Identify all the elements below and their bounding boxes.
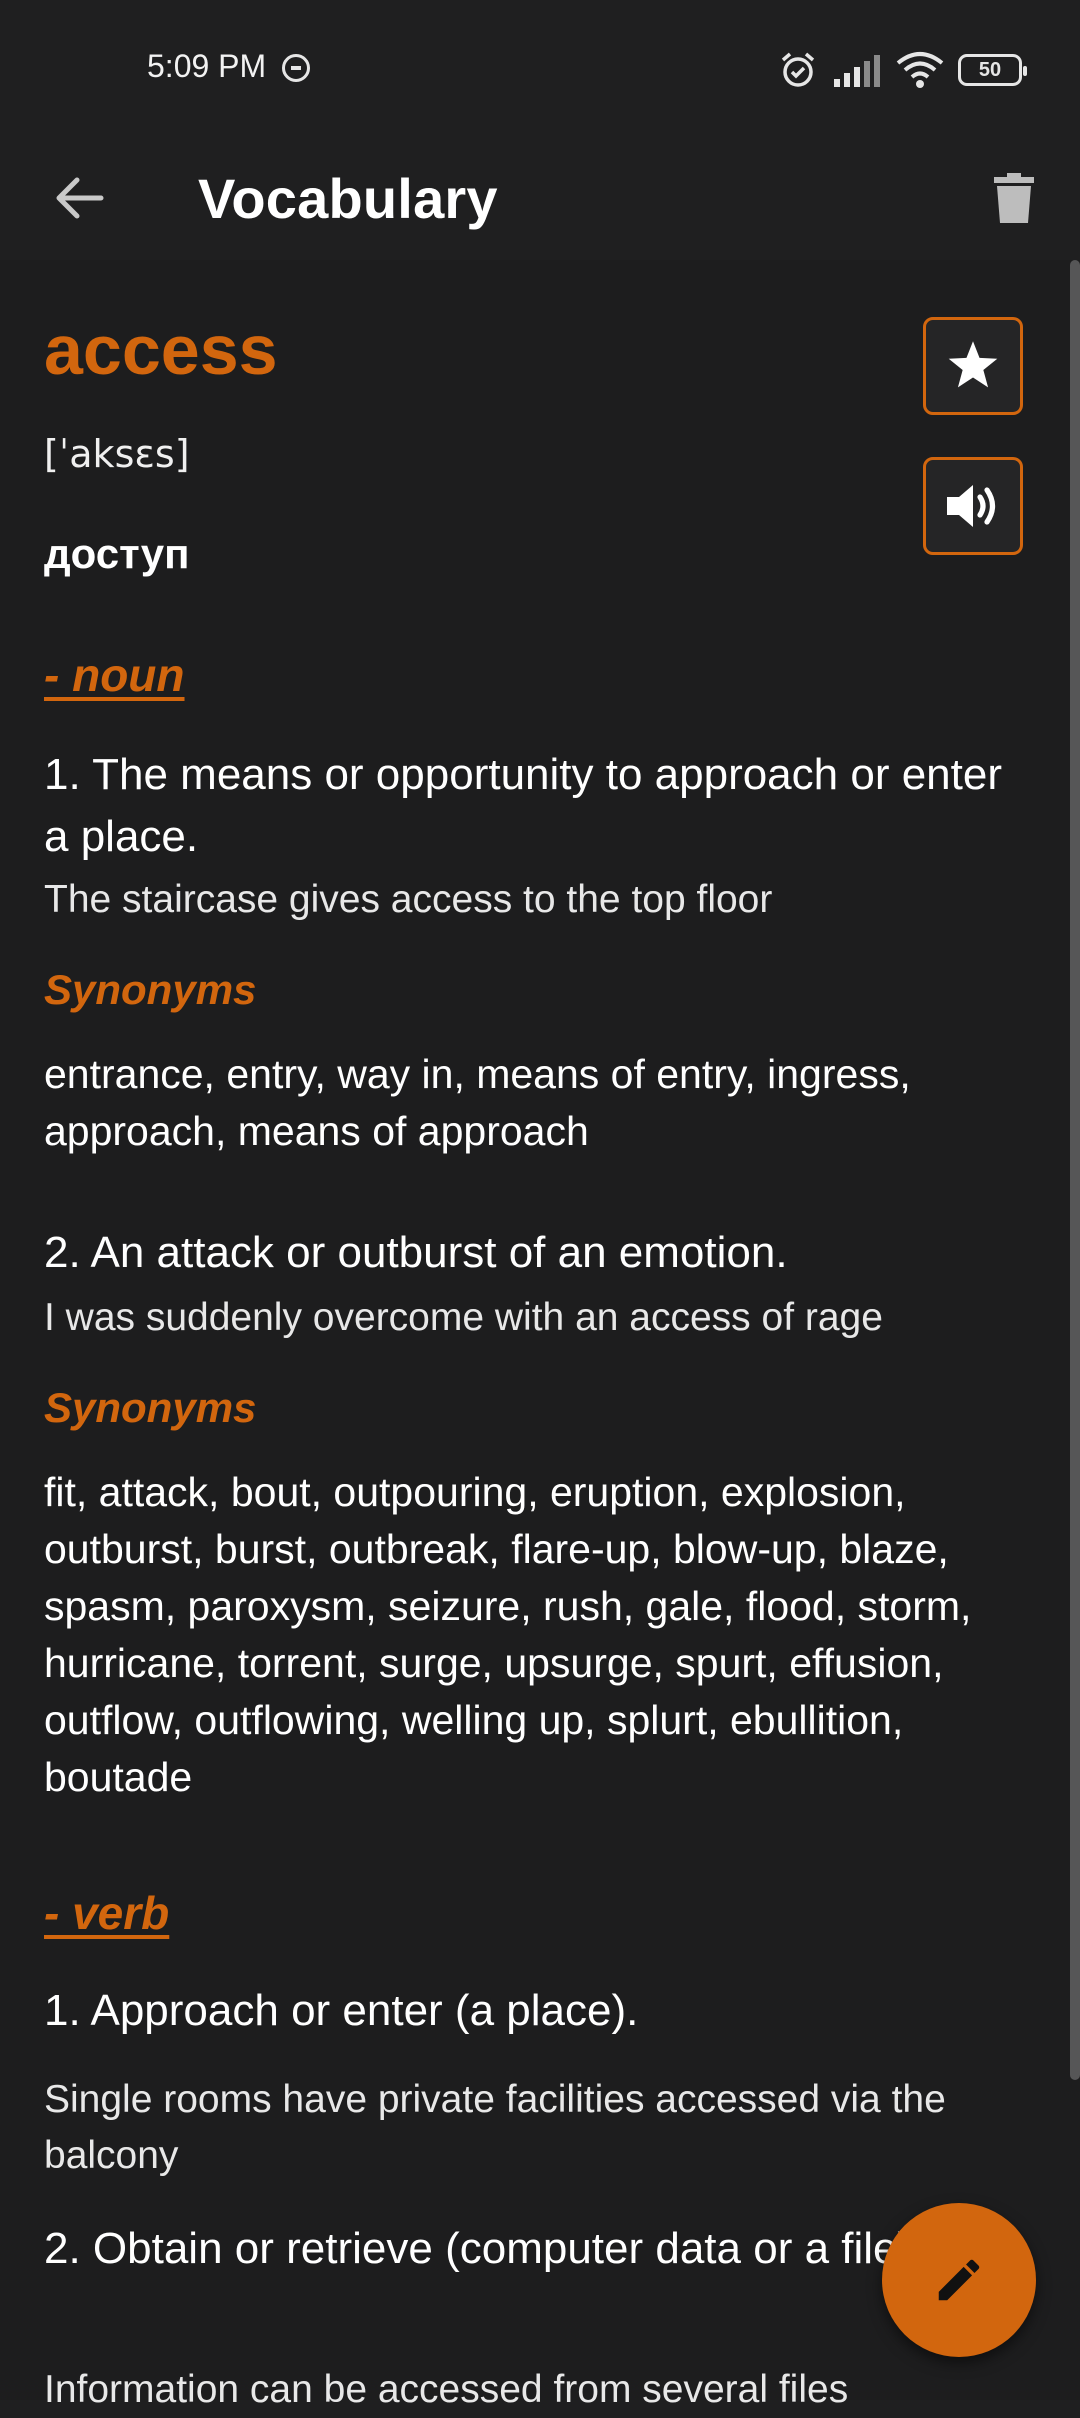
pronounce-button[interactable] <box>923 457 1023 555</box>
synonyms-list: fit, attack, bout, outpouring, eruption,… <box>44 1469 972 1800</box>
status-time: 5:09 PM <box>147 48 267 84</box>
example: I was suddenly overcome with an access o… <box>44 1296 883 1339</box>
signal-icon <box>834 55 880 87</box>
dnd-icon <box>282 54 310 82</box>
edit-button[interactable] <box>882 2203 1036 2357</box>
favorite-button[interactable] <box>923 317 1023 415</box>
back-button[interactable] <box>40 158 120 238</box>
part-of-speech-verb: - verb <box>44 1887 170 1939</box>
definition: 1. Approach or enter (a place). <box>44 1986 639 2035</box>
delete-button[interactable] <box>974 158 1054 238</box>
headword: access <box>44 311 278 389</box>
app-bar: Vocabulary <box>0 138 1080 260</box>
definition: 2. An attack or outburst of an emotion. <box>44 1228 788 1277</box>
battery-level: 50 <box>978 58 1002 81</box>
speaker-icon <box>947 485 996 527</box>
status-icons: 50 <box>778 46 1027 94</box>
star-icon <box>948 341 998 388</box>
synonyms-heading: Synonyms <box>44 966 257 1013</box>
example: Single rooms have private facilities acc… <box>44 2078 946 2177</box>
part-of-speech-noun: - noun <box>44 649 185 701</box>
battery-icon: 50 <box>958 54 1027 86</box>
page-title: Vocabulary <box>198 167 498 230</box>
translation: доступ <box>44 530 190 577</box>
synonyms-list: entrance, entry, way in, means of entry,… <box>44 1051 911 1154</box>
arrow-back-icon <box>56 177 104 219</box>
alarm-icon <box>781 52 815 87</box>
synonyms-heading: Synonyms <box>44 1384 257 1431</box>
definition: 1. The means or opportunity to approach … <box>44 750 1002 861</box>
status-bar: 5:09 PM 50 <box>0 0 1080 138</box>
trash-icon <box>994 173 1034 223</box>
pencil-icon <box>938 2259 980 2301</box>
example: Information can be accessed from several… <box>44 2368 849 2411</box>
phonetic-transcription: [ˈaksɛs] <box>44 432 190 476</box>
word-detail-content[interactable]: access [ˈaksɛs] доступ - noun 1. The mea… <box>0 260 1080 2411</box>
scrollbar[interactable] <box>1070 260 1080 2080</box>
example: The staircase gives access to the top fl… <box>44 878 773 921</box>
wifi-icon <box>896 52 944 88</box>
